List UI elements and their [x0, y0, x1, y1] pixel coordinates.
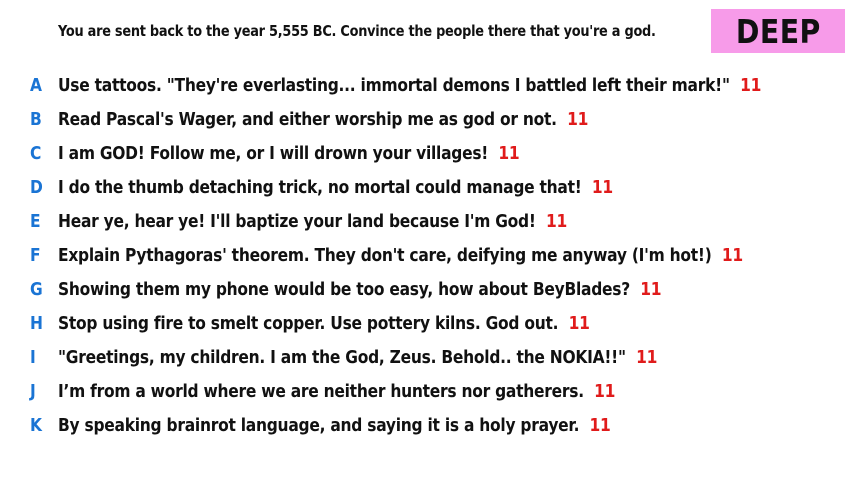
answer-text: Showing them my phone would be too easy,…	[58, 278, 630, 300]
answer-letter: F	[30, 244, 41, 266]
answer-score: 11	[721, 244, 743, 266]
answer-letter: I	[30, 346, 36, 368]
answer-letter: H	[30, 312, 43, 334]
answer-score: 11	[594, 380, 616, 402]
answer-letter: B	[30, 108, 42, 130]
answer-text: Read Pascal's Wager, and either worship …	[58, 108, 557, 130]
answer-score: 11	[498, 142, 520, 164]
answer-score: 11	[545, 210, 568, 232]
answer-score: 11	[636, 346, 658, 368]
answer-text: Stop using fire to smelt copper. Use pot…	[58, 312, 559, 334]
answer-letter: C	[30, 142, 42, 164]
answer-letter: E	[30, 210, 41, 232]
answer-score: 11	[589, 414, 611, 436]
answer-letter: K	[30, 414, 42, 436]
answer-text: Use tattoos. "They're everlasting... imm…	[58, 74, 730, 96]
answer-score: 11	[567, 108, 589, 130]
answer-text: By speaking brainrot language, and sayin…	[58, 414, 580, 436]
answer-score: 11	[568, 312, 590, 334]
answer-letter: A	[30, 74, 42, 96]
answer-text: I am GOD! Follow me, or I will drown you…	[58, 142, 489, 164]
category-badge-label: DEEP	[735, 11, 821, 51]
answer-text: I’m from a world where we are neither hu…	[58, 380, 584, 402]
answer-score: 11	[740, 74, 762, 96]
answer-score: 11	[591, 176, 613, 198]
answer-text: Hear ye, hear ye! I'll baptize your land…	[58, 210, 536, 232]
answer-text: I do the thumb detaching trick, no morta…	[58, 176, 582, 198]
question-prompt: You are sent back to the year 5,555 BC. …	[58, 22, 656, 40]
answer-text: "Greetings, my children. I am the God, Z…	[58, 346, 626, 368]
answer-text: Explain Pythagoras' theorem. They don't …	[58, 244, 712, 266]
answer-letter: J	[30, 380, 36, 402]
answer-letter: G	[30, 278, 43, 300]
category-badge: DEEP	[711, 9, 845, 53]
answer-score: 11	[640, 278, 662, 300]
answer-letter: D	[30, 176, 43, 198]
